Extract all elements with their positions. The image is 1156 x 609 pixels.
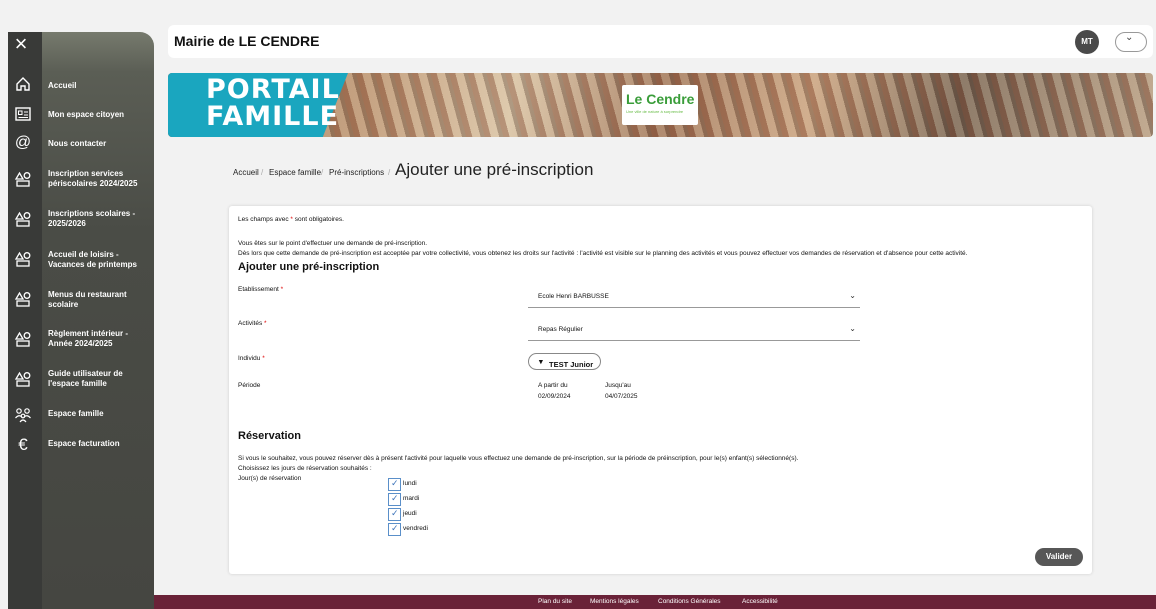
activites-label: Activités * xyxy=(238,320,267,327)
home-icon xyxy=(14,75,32,93)
chevron-down-icon: ⌄ xyxy=(1125,32,1134,43)
days-label: Jour(s) de réservation xyxy=(238,475,302,482)
footer-link-plan-du-site[interactable]: Plan du site xyxy=(538,598,572,605)
sidebar-item-reglement-interieur[interactable]: Règlement intérieur - Année 2024/2025 xyxy=(48,329,152,349)
shapes-icon xyxy=(14,330,32,348)
user-avatar[interactable]: MT xyxy=(1075,30,1099,54)
sidebar-item-espace-facturation[interactable]: Espace facturation xyxy=(48,439,152,449)
sidebar-item-menus-restaurant[interactable]: Menus du restaurant scolaire xyxy=(48,290,152,310)
individu-label: Individu * xyxy=(238,355,265,362)
check-icon: ✓ xyxy=(391,508,399,518)
breadcrumb-espace-famille[interactable]: Espace famille xyxy=(269,168,321,177)
to-date: 04/07/2025 xyxy=(605,393,638,400)
required-asterisk: * xyxy=(290,216,293,223)
required-note-prefix: Les champs avec xyxy=(238,216,289,223)
etablissement-select[interactable]: Ecole Henri BARBUSSE ⌄ xyxy=(528,286,860,308)
form-section-title: Ajouter une pré-inscription xyxy=(238,261,380,273)
breadcrumb-pre-inscriptions[interactable]: Pré-inscriptions xyxy=(329,168,384,177)
sidebar-item-accueil[interactable]: Accueil xyxy=(48,81,152,91)
chevron-down-icon: ⌄ xyxy=(849,291,856,300)
top-header: Mairie de LE CENDRE MT ⌄ xyxy=(168,25,1153,58)
sidebar-item-inscription-periscolaires[interactable]: Inscription services périscolaires 2024/… xyxy=(48,169,152,189)
check-icon: ✓ xyxy=(391,478,399,488)
preinscription-form-card: Les champs avec * sont obligatoires. Vou… xyxy=(229,206,1092,574)
required-note-suffix: sont obligatoires. xyxy=(294,216,344,223)
euro-icon: € xyxy=(18,435,28,454)
from-label: A partir du xyxy=(538,382,568,389)
etablissement-value: Ecole Henri BARBUSSE xyxy=(538,293,609,300)
breadcrumb-separator: / xyxy=(321,168,324,177)
sidebar-item-inscriptions-scolaires[interactable]: Inscriptions scolaires - 2025/2026 xyxy=(48,209,152,229)
banner-title-line2: FAMILLE xyxy=(206,101,340,132)
sidebar-item-nous-contacter[interactable]: Nous contacter xyxy=(48,139,152,149)
logo-text: Le Cendre xyxy=(626,91,695,107)
shapes-icon xyxy=(14,370,32,388)
family-icon xyxy=(14,406,32,424)
logo-subtitle: Une ville de nature à surprendre xyxy=(626,109,684,114)
from-date: 02/09/2024 xyxy=(538,393,571,400)
breadcrumb-accueil[interactable]: Accueil xyxy=(233,168,259,177)
activites-select[interactable]: Repas Régulier ⌄ xyxy=(528,319,860,341)
check-icon: ✓ xyxy=(391,493,399,503)
etablissement-label: Etablissement * xyxy=(238,286,284,293)
day-label-mardi: mardi xyxy=(403,495,420,502)
sidebar-item-espace-famille[interactable]: Espace famille xyxy=(48,409,152,419)
day-label-vendredi: vendredi xyxy=(403,525,428,532)
site-title: Mairie de LE CENDRE xyxy=(174,33,320,49)
id-card-icon xyxy=(14,105,32,123)
sidebar-item-guide-utilisateur[interactable]: Guide utilisateur de l'espace famille xyxy=(48,369,152,389)
close-icon[interactable]: × xyxy=(8,32,34,56)
checkbox-vendredi[interactable]: ✓ xyxy=(388,523,401,536)
reservation-text: Si vous le souhaitez, vous pouvez réserv… xyxy=(238,455,799,462)
banner-title-line1: PORTAIL xyxy=(206,74,340,105)
le-cendre-logo: Le Cendre Une ville de nature à surprend… xyxy=(622,85,698,125)
page-title: Ajouter une pré-inscription xyxy=(395,160,594,179)
footer-link-accessibilite[interactable]: Accessibilité xyxy=(742,598,778,605)
footer-link-conditions-generales[interactable]: Conditions Générales xyxy=(658,598,721,605)
check-icon: ✓ xyxy=(391,523,399,533)
day-label-lundi: lundi xyxy=(403,480,417,487)
chevron-down-icon: ⌄ xyxy=(849,324,856,333)
footer: Plan du site Mentions légales Conditions… xyxy=(154,595,1156,609)
choose-days-text: Choisissez les jours de réservation souh… xyxy=(238,465,372,472)
intro-line-2: Dès lors que cette demande de pré-inscri… xyxy=(238,250,968,257)
individu-dropdown[interactable]: TEST Junior ▾ xyxy=(528,353,601,370)
shapes-icon xyxy=(14,250,32,268)
day-label-jeudi: jeudi xyxy=(403,510,417,517)
checkbox-jeudi[interactable]: ✓ xyxy=(388,508,401,521)
footer-link-mentions-legales[interactable]: Mentions légales xyxy=(590,598,639,605)
reservation-title: Réservation xyxy=(238,430,301,442)
at-icon: @ xyxy=(14,134,32,151)
periode-label: Période xyxy=(238,382,261,389)
sidebar-item-mon-espace-citoyen[interactable]: Mon espace citoyen xyxy=(48,110,152,120)
activites-value: Repas Régulier xyxy=(538,326,583,333)
breadcrumb-separator: / xyxy=(388,168,391,177)
required-note: Les champs avec * sont obligatoires. xyxy=(238,216,344,223)
shapes-icon xyxy=(14,170,32,188)
checkbox-lundi[interactable]: ✓ xyxy=(388,478,401,491)
banner-title: PORTAIL FAMILLE xyxy=(206,76,340,130)
breadcrumb-separator: / xyxy=(261,168,264,177)
individu-value: TEST Junior ▾ xyxy=(539,357,594,369)
valider-button[interactable]: Valider xyxy=(1035,548,1083,566)
intro-line-1: Vous êtes sur le point d'effectuer une d… xyxy=(238,240,428,247)
to-label: Jusqu'au xyxy=(605,382,631,389)
sidebar-item-accueil-de-loisirs[interactable]: Accueil de loisirs - Vacances de printem… xyxy=(48,250,152,270)
shapes-icon xyxy=(14,210,32,228)
user-menu-button[interactable]: ⌄ xyxy=(1115,32,1147,52)
banner: PORTAIL FAMILLE Le Cendre Une ville de n… xyxy=(168,73,1153,137)
checkbox-mardi[interactable]: ✓ xyxy=(388,493,401,506)
shapes-icon xyxy=(14,290,32,308)
